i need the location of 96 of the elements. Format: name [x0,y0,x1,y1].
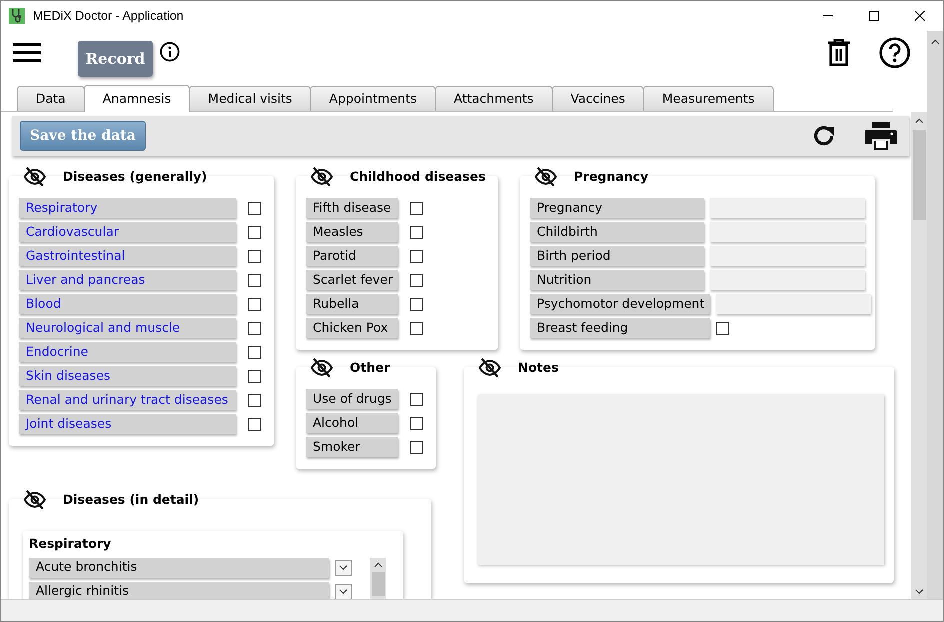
dropdown-button[interactable] [335,584,352,599]
disease-link[interactable]: Skin diseases [19,366,236,386]
field-label: Alcohol [306,413,398,433]
disease-link[interactable]: Neurological and muscle [19,318,236,338]
record-button[interactable]: Record [78,41,153,77]
text-field[interactable] [716,294,871,314]
scrollbar[interactable] [927,31,943,599]
tab[interactable]: Medical visits [189,86,312,111]
disease-link[interactable]: Gastrointestinal [19,246,236,266]
caret-up-icon[interactable] [914,118,924,124]
help-icon[interactable] [879,37,911,69]
checkbox[interactable] [410,416,423,430]
caret-up-icon[interactable] [374,562,382,568]
checkbox[interactable] [248,298,261,310]
window-title: MEDiX Doctor - Application [33,8,184,25]
disease-link[interactable]: Blood [19,294,236,314]
checkbox[interactable] [410,226,423,238]
panel-title: Diseases (in detail) [63,490,200,509]
dropdown-button[interactable] [335,560,352,576]
checkbox[interactable] [248,394,261,406]
field-label: Use of drugs [306,389,398,409]
field-label: Psychomotor development [530,294,710,314]
checkbox[interactable] [248,202,261,214]
checkbox[interactable] [410,250,423,262]
text-field[interactable] [710,246,865,266]
field-label: Fifth disease [306,198,398,218]
checkbox[interactable] [248,226,261,238]
checkbox[interactable] [716,322,729,334]
trash-icon[interactable] [827,39,851,67]
maximize-icon[interactable] [869,11,879,21]
checkbox[interactable] [248,346,261,358]
panel-title: Pregnancy [574,168,649,186]
field-label: Chicken Pox [306,318,398,338]
caret-down-icon[interactable] [339,588,348,595]
field-label: Childbirth [530,222,704,242]
panel-title: Other [350,358,390,377]
hidden-eye-icon[interactable] [310,358,334,378]
checkbox[interactable] [410,440,423,454]
disease-link[interactable]: Respiratory [19,198,236,218]
scrollbar-thumb[interactable] [912,130,926,220]
disease-label: Acute bronchitis [29,558,329,578]
text-field[interactable] [710,198,865,218]
hidden-eye-icon[interactable] [478,358,502,378]
checkbox[interactable] [410,392,423,406]
checkbox[interactable] [248,370,261,382]
panel-title: Childhood diseases [350,168,486,186]
checkbox[interactable] [248,274,261,286]
panel-title: Notes [518,358,559,377]
text-field[interactable] [710,270,865,290]
printer-icon[interactable] [865,122,897,150]
field-label: Scarlet fever [306,270,398,290]
menu-icon[interactable] [13,43,41,63]
text-field[interactable] [710,222,865,242]
group-title: Respiratory [29,535,112,553]
tab[interactable]: Anamnesis [84,85,190,112]
hidden-eye-icon[interactable] [534,167,558,187]
scrollbar[interactable] [370,558,386,599]
field-label: Pregnancy [530,198,704,218]
tab[interactable]: Attachments [435,86,553,111]
scrollbar[interactable] [911,112,927,599]
checkbox[interactable] [248,322,261,334]
hidden-eye-icon[interactable] [23,490,47,510]
checkbox[interactable] [410,274,423,286]
disease-link[interactable]: Renal and urinary tract diseases [19,390,236,410]
app-logo-icon [9,8,25,24]
close-icon[interactable] [915,11,925,21]
tab[interactable]: Measurements [643,86,774,111]
disease-link[interactable]: Cardiovascular [19,222,236,242]
caret-down-icon[interactable] [339,564,348,571]
tab[interactable]: Data [17,86,85,111]
field-label: Measles [306,222,398,242]
field-label: Breast feeding [530,318,710,338]
notes-field[interactable] [478,395,884,565]
tab[interactable]: Vaccines [552,86,644,111]
disease-link[interactable]: Endocrine [19,342,236,362]
field-label: Parotid [306,246,398,266]
checkbox[interactable] [410,322,423,334]
disease-link[interactable]: Liver and pancreas [19,270,236,290]
info-icon[interactable] [160,42,180,62]
disease-label: Allergic rhinitis [29,582,329,599]
field-label: Birth period [530,246,704,266]
hidden-eye-icon[interactable] [23,167,47,187]
caret-down-icon[interactable] [914,589,924,595]
disease-link[interactable]: Joint diseases [19,414,236,434]
field-label: Smoker [306,437,398,457]
checkbox[interactable] [248,250,261,262]
checkbox[interactable] [248,418,261,430]
hidden-eye-icon[interactable] [310,167,334,187]
field-label: Rubella [306,294,398,314]
checkbox[interactable] [410,202,423,214]
panel-title: Diseases (generally) [63,168,208,186]
scrollbar-thumb[interactable] [372,572,384,596]
field-label: Nutrition [530,270,704,290]
tab[interactable]: Appointments [310,86,436,111]
caret-up-icon[interactable] [930,39,940,45]
checkbox[interactable] [410,298,423,310]
